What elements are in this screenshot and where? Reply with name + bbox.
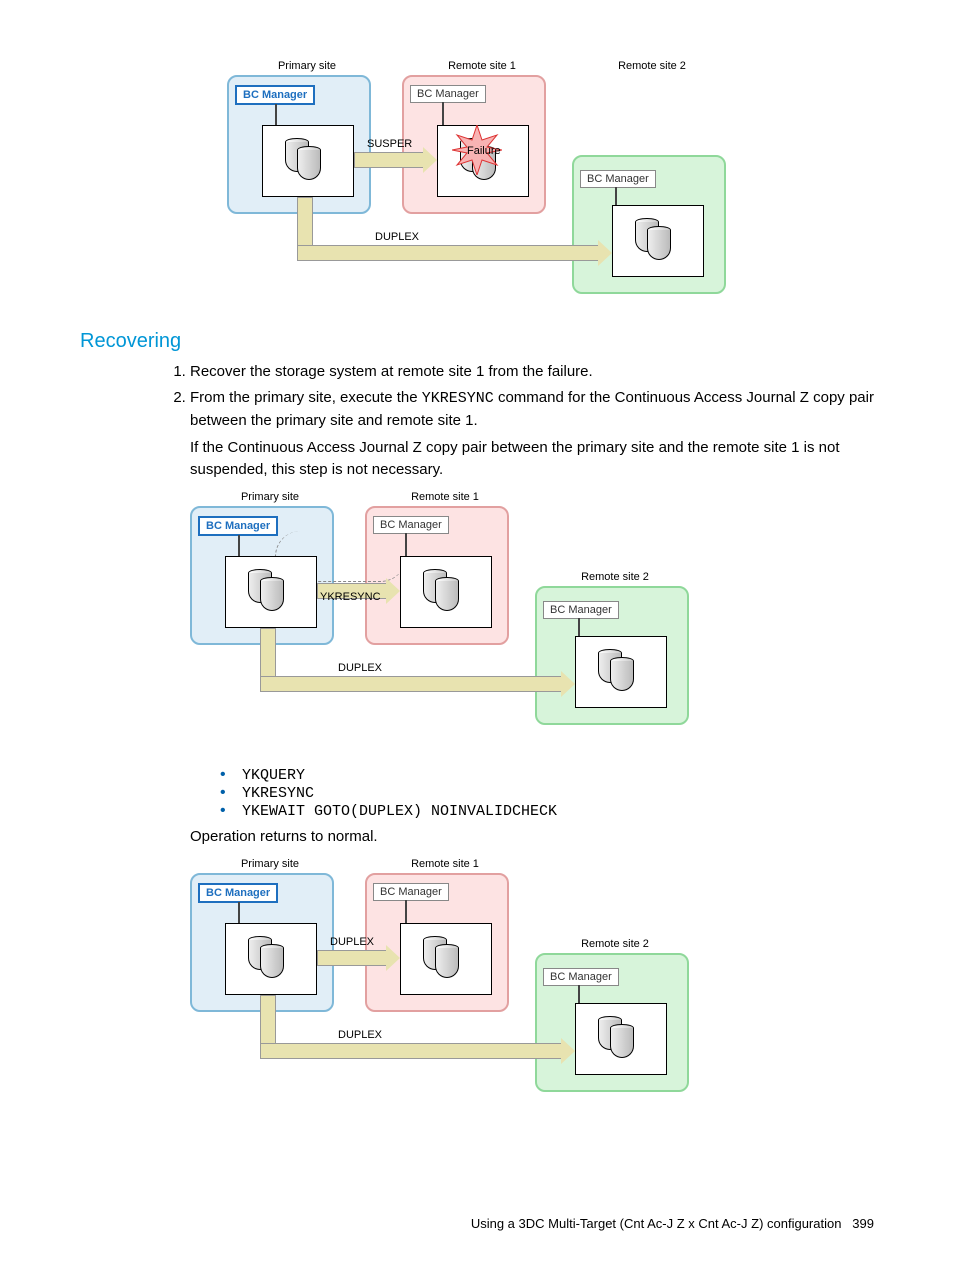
duplex-label: DUPLEX <box>375 231 419 243</box>
bc-manager-primary: BC Manager <box>235 85 315 105</box>
susper-label: SUSPER <box>367 138 412 150</box>
bc-manager-remote1: BC Manager <box>410 85 486 103</box>
arrow-susper <box>354 152 424 168</box>
remote2-storage <box>612 205 704 277</box>
step-2: From the primary site, execute the YKRES… <box>190 387 874 481</box>
primary-storage <box>262 125 354 197</box>
returns-normal: Operation returns to normal. <box>190 826 874 848</box>
steps-list: Recover the storage system at remote sit… <box>190 361 874 481</box>
cmd-ykquery: YKQUERY <box>220 766 874 784</box>
ykresync-label: YKRESYNC <box>320 591 381 603</box>
page-footer: Using a 3DC Multi-Target (Cnt Ac-J Z x C… <box>471 1216 874 1231</box>
failure-label: Failure <box>467 145 501 157</box>
page-number: 399 <box>852 1216 874 1231</box>
command-list: YKQUERY YKRESYNC YKEWAIT GOTO(DUPLEX) NO… <box>220 766 874 820</box>
step-1: Recover the storage system at remote sit… <box>190 361 874 383</box>
cmd-ykresync: YKRESYNC <box>220 784 874 802</box>
arrow-duplex <box>297 245 599 261</box>
diagram-1: Primary site Remote site 1 Remote site 2… <box>80 60 874 310</box>
diagram-2: Primary site Remote site 1 Remote site 2… <box>190 491 874 746</box>
bc-manager-remote2: BC Manager <box>580 170 656 188</box>
recovering-heading: Recovering <box>80 330 874 353</box>
remote1-label: Remote site 1 <box>432 60 532 72</box>
primary-site-label: Primary site <box>257 60 357 72</box>
step-2-note: If the Continuous Access Journal Z copy … <box>190 437 874 481</box>
remote2-label: Remote site 2 <box>602 60 702 72</box>
diagram-3: Primary site Remote site 1 Remote site 2… <box>190 858 874 1113</box>
cmd-ykewait: YKEWAIT GOTO(DUPLEX) NOINVALIDCHECK <box>220 802 874 820</box>
